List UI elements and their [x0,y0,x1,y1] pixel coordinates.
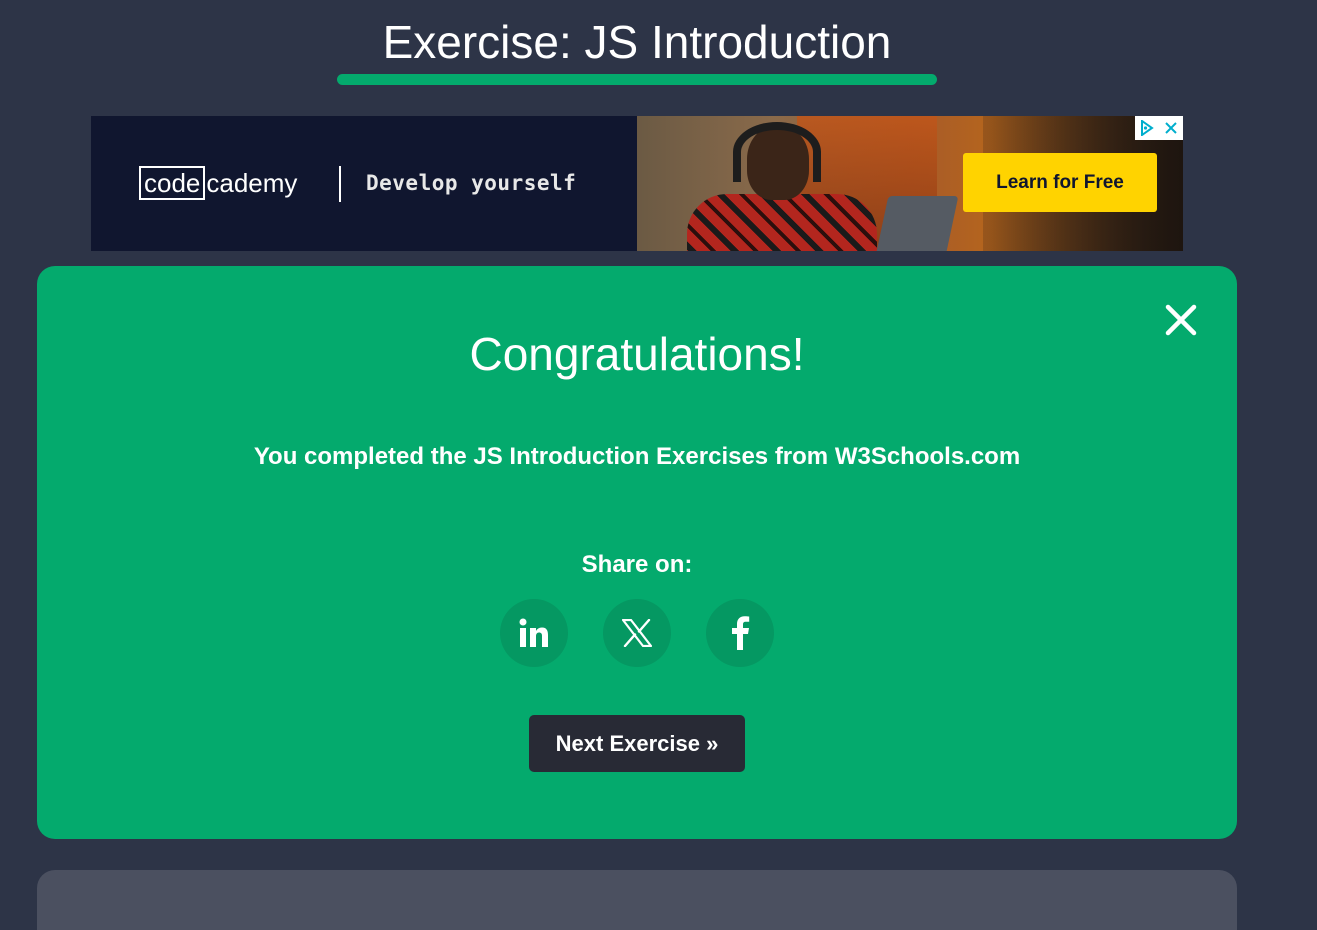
ad-banner[interactable]: code cademy Develop yourself Learn for F… [91,116,1183,251]
congratulations-modal: Congratulations! You completed the JS In… [37,266,1237,839]
next-exercise-button[interactable]: Next Exercise » [529,715,745,772]
ad-divider [339,166,341,202]
share-facebook-button[interactable] [706,599,774,667]
photo-person-shirt [687,194,877,251]
ad-slogan: Develop yourself [366,171,577,195]
share-label: Share on: [581,551,693,578]
ad-cta-button[interactable]: Learn for Free [963,153,1157,212]
share-linkedin-button[interactable] [500,599,568,667]
x-icon [622,619,652,647]
page-title: Exercise: JS Introduction [382,16,892,68]
share-buttons [500,599,774,667]
logo-box-text: code [139,166,206,200]
codecademy-logo: code cademy [139,166,297,200]
headphones-icon [733,122,821,182]
ad-close-icon[interactable] [1159,116,1183,140]
logo-rest-text: cademy [206,168,298,198]
laptop-icon [875,196,959,251]
linkedin-icon [519,618,548,647]
share-x-button[interactable] [603,599,671,667]
ad-choices[interactable] [1135,116,1183,140]
ad-choices-icon[interactable] [1135,116,1159,140]
modal-heading: Congratulations! [469,328,805,380]
title-underline [337,74,937,85]
completion-message: You completed the JS Introduction Exerci… [253,443,1021,470]
ad-left-panel: code cademy Develop yourself [91,116,637,251]
facebook-icon [732,616,750,650]
bottom-panel [37,870,1237,930]
